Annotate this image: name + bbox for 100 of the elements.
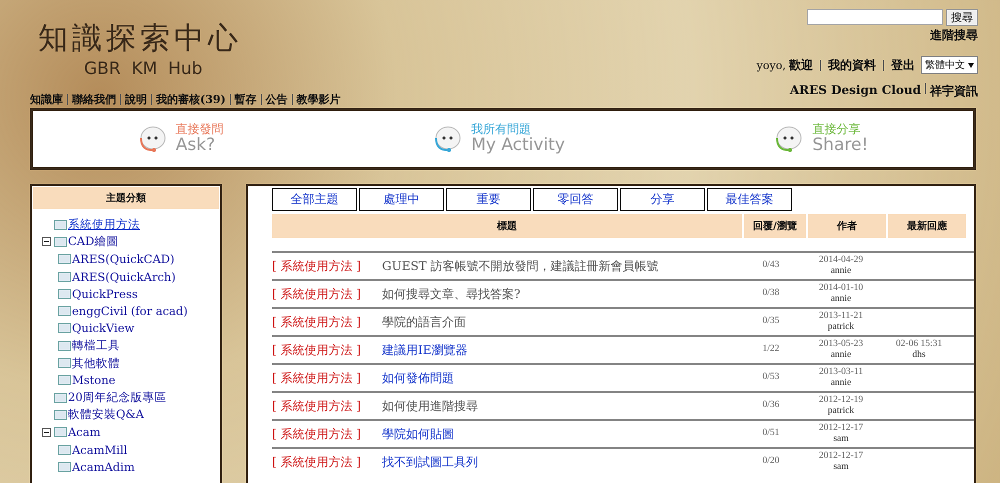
topic-link[interactable]: 建議用IE瀏覽器 [382,342,468,358]
banner-label: 直接發問 [176,123,224,136]
site-link[interactable]: 祥宇資訊 [930,83,978,100]
category-tag: [ 系統使用方法 ] [272,314,361,330]
reply-count: 0/35 [762,316,780,328]
advanced-search-link[interactable]: 進階搜尋 [930,27,978,44]
topic-link[interactable]: 找不到試圖工具列 [382,454,478,470]
folder-icon [58,323,71,334]
folder-icon [58,462,71,472]
post-date: 2012-12-17 [818,450,864,462]
reply-count: 1/22 [762,344,780,356]
site-link[interactable]: ARES Design Cloud [790,83,921,100]
category-link[interactable]: enggCivil (for acad) [72,304,188,318]
category-tag: [ 系統使用方法 ] [272,342,361,358]
category-link[interactable]: 轉檔工具 [72,338,120,354]
folder-icon [58,358,71,368]
category-link[interactable]: 其他軟體 [72,356,120,371]
reply-count: 0/38 [762,288,780,300]
logout-link[interactable]: 登出 [890,56,915,74]
category-link[interactable]: AcamAdim [72,460,135,474]
folder-icon [58,444,71,454]
filter-tab[interactable]: 全部主題 [272,188,357,211]
reply-count: 0/51 [762,428,780,440]
nav-link[interactable]: 暫存 [234,92,257,106]
category-tag: [ 系統使用方法 ] [272,398,361,414]
folder-icon [58,375,71,386]
folder-icon [58,306,71,316]
category-link[interactable]: CAD繪圖 [68,234,118,250]
author-name: annie [830,350,852,362]
reply-count: 0/20 [762,456,780,468]
author-name: annie [830,294,852,306]
post-date: 2013-11-21 [819,310,863,322]
category-link[interactable]: 系統使用方法 [68,217,140,232]
column-header: 作者 [808,214,886,238]
logo-subtitle: GBR KM Hub [83,59,204,79]
category-link[interactable]: QuickView [72,321,134,336]
category-link[interactable]: Acam [68,425,101,440]
category-tag: [ 系統使用方法 ] [272,286,361,302]
category-link[interactable]: 軟體安裝Q&A [68,407,144,422]
post-date: 2013-05-23 [818,338,864,350]
nav-link[interactable]: 知識庫 [30,92,63,106]
latest-reply-author: dhs [912,350,926,362]
sidebar-title: 主題分類 [33,187,219,209]
username-text: yoyo, [756,58,786,72]
topic-link[interactable]: GUEST 訪客帳號不開放發問，建議註冊新會員帳號 [382,258,658,274]
category-link[interactable]: 20周年紀念版專區 [68,390,167,406]
category-link[interactable]: ARES(QuickArch) [72,270,176,284]
reply-count: 0/53 [762,372,780,384]
nav-link[interactable]: 聯絡我們 [72,92,116,106]
latest-reply-time: 02-06 15:31 [896,338,942,350]
search-button[interactable]: 搜尋 [946,9,978,26]
column-header: 回覆/瀏覽 [744,214,806,238]
folder-icon [54,220,67,230]
nav-link[interactable]: 說明 [125,92,147,106]
post-date: 2014-01-10 [818,282,864,294]
nav-link[interactable]: 教學影片 [296,92,341,106]
banner-label: 我所有問題 [471,123,532,136]
category-link[interactable]: AcamMill [72,442,128,456]
topic-link[interactable]: 如何使用進階搜尋 [382,398,478,414]
language-dropdown[interactable]: 繁體中文 [920,56,978,74]
column-header: 最新回應 [888,214,966,238]
collapse-icon[interactable] [42,237,51,246]
folder-icon [54,236,67,247]
category-link[interactable]: ARES(QuickCAD) [72,252,174,266]
logo-title: 知識探索中心 [38,20,242,58]
topic-link[interactable]: 學院的語言介面 [382,314,466,330]
category-tag: [ 系統使用方法 ] [272,454,361,470]
topic-link[interactable]: 學院如何貼圖 [382,426,454,442]
author-name: sam [833,462,849,474]
topic-link[interactable]: 如何發佈問題 [382,370,454,386]
category-tag: [ 系統使用方法 ] [272,426,361,442]
post-date: 2013-03-11 [819,366,863,378]
folder-icon [54,427,67,438]
filter-tab[interactable]: 分享 [620,188,705,211]
banner-caption: Ask? [176,136,216,155]
nav-link[interactable]: 公告 [266,92,288,106]
filter-tab[interactable]: 最佳答案 [707,188,792,211]
column-header: 標題 [272,214,742,238]
post-date: 2014-04-29 [818,254,864,266]
topic-link[interactable]: 如何搜尋文章、尋找答案? [382,286,520,302]
post-date: 2012-12-19 [818,394,864,406]
filter-tab[interactable]: 處理中 [359,188,444,211]
category-link[interactable]: Mstone [72,373,116,388]
banner-caption: My Activity [471,136,565,155]
banner-label: 直接分享 [812,123,862,136]
profile-link[interactable]: 我的資料 [828,56,876,74]
filter-tab[interactable]: 重要 [446,188,531,211]
filter-tab[interactable]: 零回答 [533,188,618,211]
category-tag: [ 系統使用方法 ] [272,258,361,274]
reply-count: 0/36 [762,400,780,412]
author-name: patrick [828,406,854,418]
folder-icon [58,254,71,264]
welcome-link[interactable]: 歡迎 [788,56,813,74]
category-link[interactable]: QuickPress [72,286,138,301]
folder-icon [54,392,67,403]
nav-link[interactable]: 我的審核(39) [156,92,226,106]
author-name: patrick [828,322,854,334]
author-name: annie [830,378,852,390]
search-field[interactable] [807,9,943,25]
collapse-icon[interactable] [42,428,51,437]
